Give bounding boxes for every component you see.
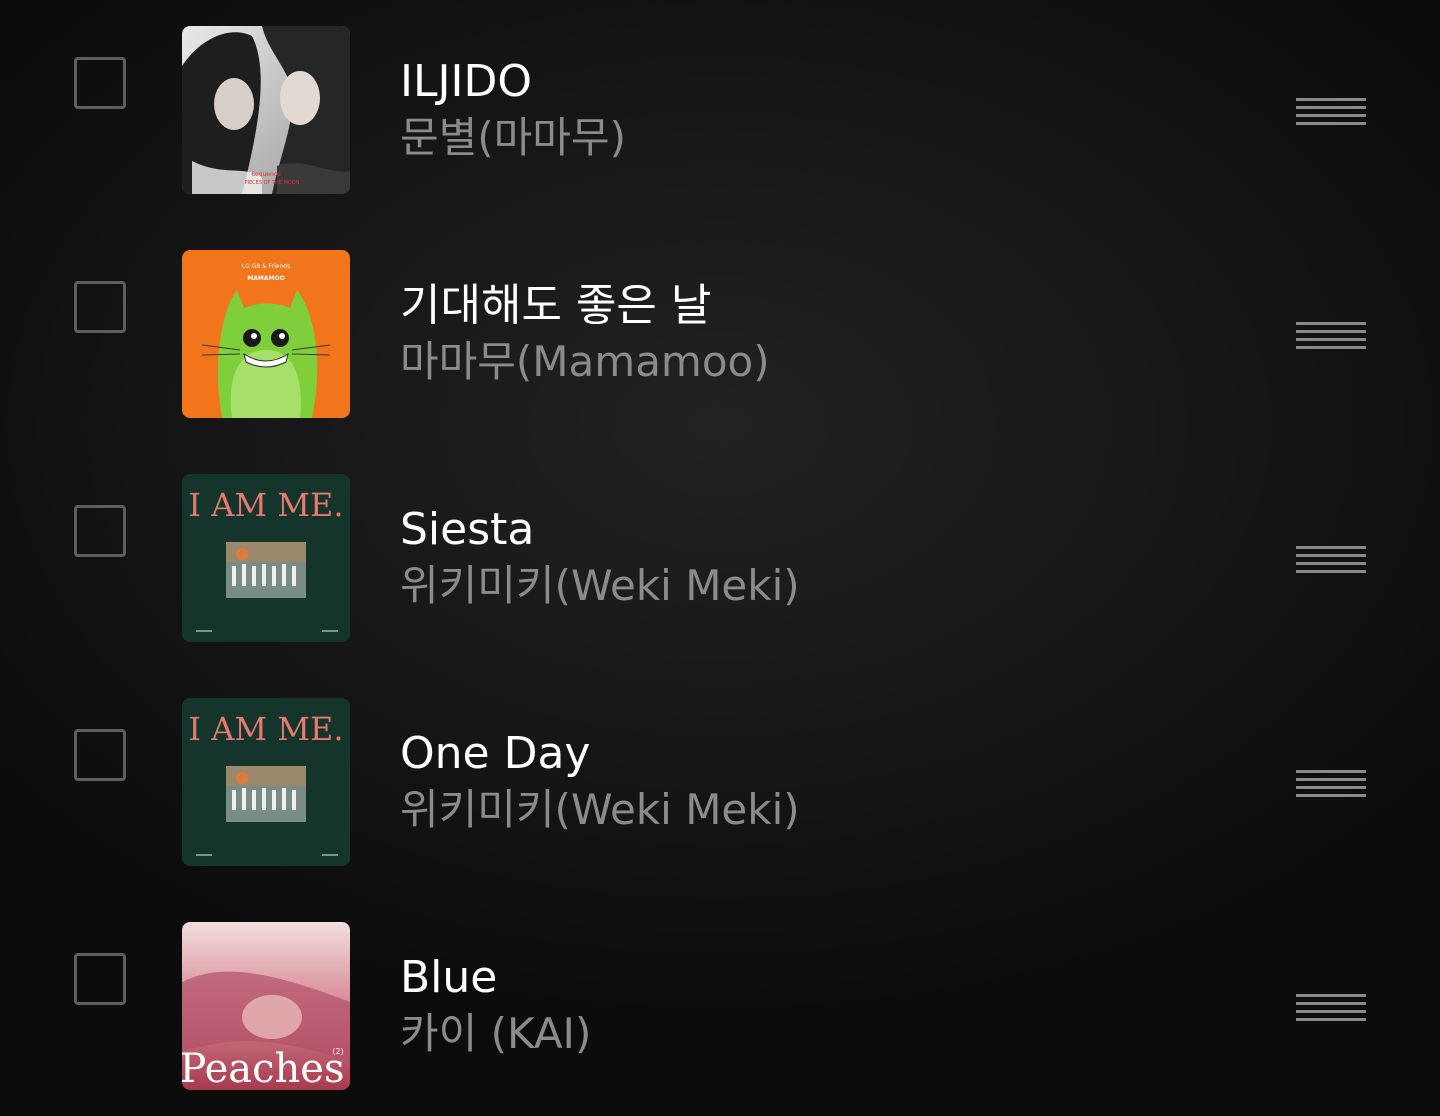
track-title: 기대해도 좋은 날 <box>400 280 712 331</box>
track-checkbox[interactable] <box>74 281 126 333</box>
drag-handle-icon[interactable] <box>1296 770 1368 797</box>
album-cover: I AM ME. <box>182 474 350 642</box>
drag-handle-icon[interactable] <box>1296 98 1368 125</box>
track-artist: 문별(마마무) <box>400 113 626 162</box>
track-row[interactable]: LG G8 & Friends MAMAMOO 기대해도 좋은 날 마마무(Ma… <box>0 224 1440 448</box>
cover-caption: I AM ME. <box>188 486 343 524</box>
album-cover: LG G8 & Friends MAMAMOO <box>182 250 350 418</box>
track-row[interactable]: Peaches (2) Blue 카이 (KAI) <box>0 896 1440 1116</box>
cover-caption: Peaches <box>182 1046 345 1090</box>
track-checkbox[interactable] <box>74 57 126 109</box>
cover-subcaption: (2) <box>332 1047 343 1056</box>
cover-caption: I AM ME. <box>188 710 343 748</box>
track-row[interactable]: I AM ME. One Day 위키미키(Weki Meki) <box>0 672 1440 896</box>
track-title: One Day <box>400 728 591 779</box>
track-artist: 마마무(Mamamoo) <box>400 337 770 386</box>
track-checkbox[interactable] <box>74 729 126 781</box>
cover-caption: 6equence <box>251 171 281 178</box>
track-row[interactable]: I AM ME. Siesta 위키미키(Weki Meki) <box>0 448 1440 672</box>
album-cover: 6equence PIECES OF THE MOON <box>182 26 350 194</box>
cover-subcaption: PIECES OF THE MOON <box>245 180 300 186</box>
track-row[interactable]: 6equence PIECES OF THE MOON ILJIDO 문별(마마… <box>0 0 1440 224</box>
track-title: Blue <box>400 952 498 1003</box>
track-title: ILJIDO <box>400 56 532 107</box>
drag-handle-icon[interactable] <box>1296 546 1368 573</box>
album-cover: I AM ME. <box>182 698 350 866</box>
album-cover: Peaches (2) <box>182 922 350 1090</box>
cover-subcaption: MAMAMOO <box>247 275 284 282</box>
cover-caption: LG G8 & Friends <box>242 263 290 270</box>
track-checkbox[interactable] <box>74 953 126 1005</box>
drag-handle-icon[interactable] <box>1296 322 1368 349</box>
track-title: Siesta <box>400 504 535 555</box>
playlist-screen: 6equence PIECES OF THE MOON ILJIDO 문별(마마… <box>0 0 1440 1116</box>
drag-handle-icon[interactable] <box>1296 994 1368 1021</box>
track-checkbox[interactable] <box>74 505 126 557</box>
track-artist: 위키미키(Weki Meki) <box>400 561 800 610</box>
track-artist: 위키미키(Weki Meki) <box>400 785 800 834</box>
track-artist: 카이 (KAI) <box>400 1009 592 1058</box>
